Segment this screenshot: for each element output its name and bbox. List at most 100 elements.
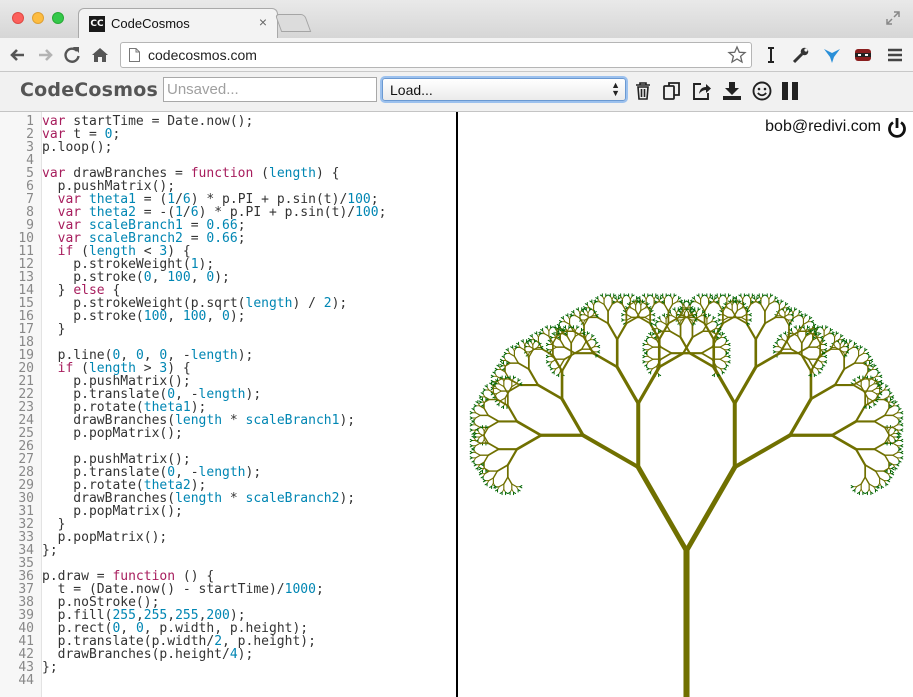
tree-branch xyxy=(660,352,673,361)
tree-branch xyxy=(601,295,605,300)
code-line[interactable]: 3 p.loop(); xyxy=(0,141,386,154)
tree-leaf xyxy=(870,358,874,361)
tree-branch xyxy=(843,362,856,371)
tree-branch xyxy=(879,477,885,482)
copy-icon[interactable] xyxy=(661,80,683,102)
code-token: length xyxy=(269,166,316,181)
tree-branch xyxy=(663,315,667,320)
tree-branch xyxy=(511,383,517,388)
tree-branch xyxy=(719,346,726,351)
tree-branch xyxy=(487,442,500,451)
code-line[interactable]: 34}; xyxy=(0,544,386,557)
download-icon[interactable] xyxy=(721,80,743,102)
ninja-extension-icon[interactable] xyxy=(853,45,873,65)
code-token: 0 xyxy=(222,309,230,324)
tree-branch xyxy=(559,339,566,348)
code-line[interactable]: 25 p.popMatrix(); xyxy=(0,427,386,440)
power-icon[interactable] xyxy=(887,117,907,139)
tree-leaf xyxy=(469,424,473,427)
wrench-extension-icon[interactable] xyxy=(791,45,811,65)
share-icon[interactable] xyxy=(691,80,713,102)
tree-branch xyxy=(475,454,481,459)
tree-leaf xyxy=(549,368,553,371)
tree-branch xyxy=(788,397,813,437)
code-token: ); xyxy=(331,296,348,311)
tree-branch xyxy=(527,368,540,387)
tree-branch xyxy=(864,385,870,395)
tree-leaf xyxy=(824,354,828,358)
new-tab-button[interactable] xyxy=(274,14,312,32)
code-line[interactable]: 42 drawBranches(p.height/4); xyxy=(0,648,386,661)
tab-close-icon[interactable]: × xyxy=(259,14,267,30)
code-token: ; xyxy=(237,231,246,246)
tree-branch xyxy=(760,303,766,313)
pause-icon[interactable] xyxy=(779,80,801,102)
tree-leaf xyxy=(494,368,498,372)
star-icon[interactable] xyxy=(727,45,747,65)
tree-leaf xyxy=(824,360,828,363)
code-line[interactable]: 33 p.popMatrix(); xyxy=(0,531,386,544)
tree-branch xyxy=(688,351,716,369)
tree-leaf xyxy=(870,364,874,367)
tree-leaf xyxy=(891,466,895,469)
tree-leaf xyxy=(900,438,904,441)
code-token: ) { xyxy=(315,166,340,181)
sketch-name-input[interactable] xyxy=(163,77,377,102)
tree-leaf xyxy=(723,367,727,370)
tree-leaf xyxy=(482,480,486,483)
tree-leaf xyxy=(900,416,904,419)
home-icon[interactable] xyxy=(90,45,110,65)
tree-leaf xyxy=(473,405,477,408)
tree-branch xyxy=(475,424,481,429)
forward-icon[interactable] xyxy=(35,45,55,65)
reload-icon[interactable] xyxy=(62,45,82,65)
tree-branch xyxy=(670,295,673,300)
tree-branch xyxy=(620,295,623,300)
browser-tab[interactable]: CC CodeCosmos × xyxy=(78,8,278,38)
address-bar[interactable]: codecosmos.com xyxy=(120,42,752,68)
tree-leaf xyxy=(499,365,503,368)
tree-branch xyxy=(660,321,667,325)
window-zoom-button[interactable] xyxy=(52,12,64,24)
tree-branch xyxy=(723,314,729,318)
code-lines[interactable]: 1 var startTime = Date.now(); 2 var t = 0; 3… xyxy=(0,115,386,687)
tree-branch xyxy=(858,352,864,357)
tree-branch xyxy=(500,397,506,402)
tree-branch xyxy=(647,358,654,363)
tree-branch xyxy=(764,303,770,313)
menu-icon[interactable] xyxy=(885,45,905,65)
dropdown-arrows-icon: ▲ ▼ xyxy=(611,80,620,98)
load-dropdown[interactable]: Load... ▲ ▼ xyxy=(382,78,626,101)
tree-leaf xyxy=(900,423,904,426)
app-title[interactable]: CodeCosmos xyxy=(20,79,158,101)
tree-branch xyxy=(498,383,505,388)
tree-branch xyxy=(529,346,536,350)
tree-branch xyxy=(719,355,726,360)
code-line[interactable]: 44 xyxy=(0,674,386,687)
tree-branch xyxy=(766,295,770,300)
tree-leaf xyxy=(900,428,904,431)
sketch-canvas[interactable]: bob@redivi.com xyxy=(458,112,913,697)
trash-icon[interactable] xyxy=(632,80,654,102)
window-minimize-button[interactable] xyxy=(32,12,44,24)
url-text[interactable]: codecosmos.com xyxy=(148,47,257,63)
tree-leaf xyxy=(646,337,650,340)
tree-leaf xyxy=(772,346,776,349)
cursor-extension-icon[interactable] xyxy=(761,45,781,65)
page-icon xyxy=(129,48,140,62)
window-close-button[interactable] xyxy=(12,12,24,24)
bird-extension-icon[interactable] xyxy=(822,45,842,65)
code-line[interactable]: 17 } xyxy=(0,323,386,336)
tree-branch xyxy=(758,295,762,300)
tree-branch xyxy=(748,295,752,300)
back-icon[interactable] xyxy=(8,45,28,65)
tree-leaf xyxy=(469,417,473,420)
code-line[interactable]: 43}; xyxy=(0,661,386,674)
user-email[interactable]: bob@redivi.com xyxy=(765,118,881,136)
tree-leaf xyxy=(469,445,473,448)
tree-branch xyxy=(703,303,710,313)
fullscreen-icon[interactable] xyxy=(885,10,901,26)
code-editor[interactable]: 1 var startTime = Date.now(); 2 var t = 0; 3… xyxy=(0,112,456,697)
code-token: length xyxy=(245,296,293,311)
smiley-icon[interactable] xyxy=(751,80,773,102)
